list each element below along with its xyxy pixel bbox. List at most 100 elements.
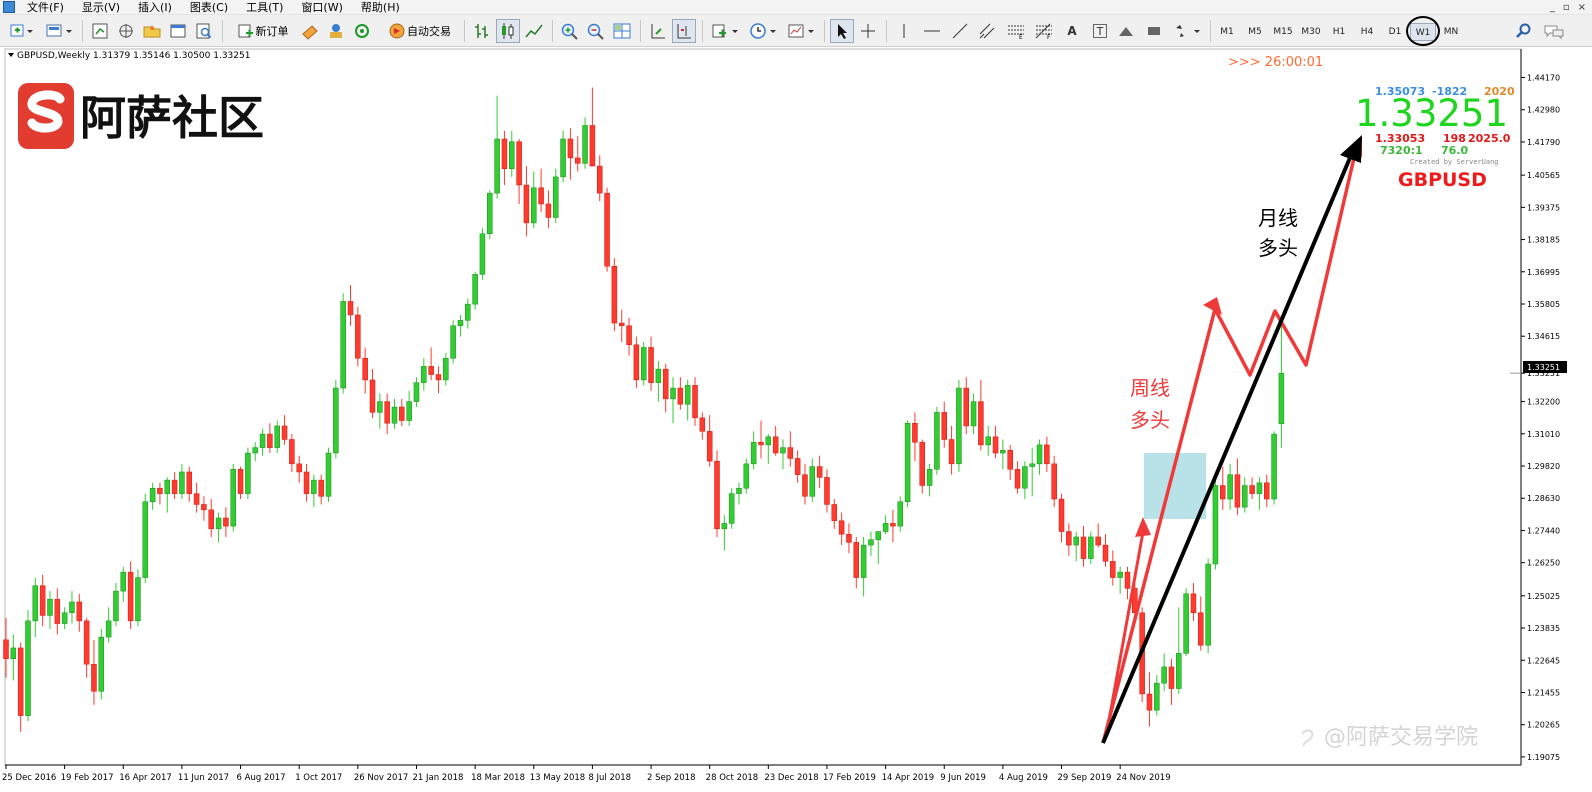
tile-windows-icon[interactable] [610,19,634,43]
new-chart-button[interactable] [6,19,36,43]
text-label-icon[interactable]: T [1093,24,1107,38]
close-button[interactable]: × [1578,2,1586,13]
line-chart-icon[interactable] [522,19,546,43]
trendline-icon[interactable] [948,19,972,43]
candle-body [76,601,83,622]
candle [1183,588,1189,657]
candle-body [98,636,105,692]
equidistant-channel-icon[interactable] [976,19,1000,43]
candle-body [267,433,273,448]
timeframe-m1[interactable]: M1 [1214,23,1240,41]
candle-body [1168,666,1175,689]
menu-charts[interactable]: 图表(C) [184,0,234,15]
price-tick-label: 1.22645 [1527,656,1560,665]
weekly-label-1: 周线 [1130,376,1170,400]
shapes-dropdown-icon[interactable] [1170,19,1204,43]
chat-icon[interactable] [1540,19,1568,43]
timeframe-h1[interactable]: H1 [1326,23,1352,41]
restore-button[interactable]: ▫ [1563,2,1570,13]
cursor-icon[interactable] [830,19,854,43]
price-tick-label: 1.35805 [1527,300,1560,309]
candle-body [384,401,390,424]
candle-body [355,314,361,359]
price-chart[interactable]: GBPUSD,Weekly 1.31379 1.35146 1.30500 1.… [0,47,1592,792]
timeframe-d1[interactable]: D1 [1382,23,1408,41]
arrow-up-icon[interactable] [1114,19,1138,43]
templates-button[interactable] [784,19,818,43]
candle-body [413,382,420,402]
crosshair-icon[interactable] [856,19,880,43]
market-icon[interactable] [324,19,348,43]
candle-body [1183,593,1189,654]
timeframe-m30[interactable]: M30 [1298,23,1324,41]
navigator-icon[interactable] [140,19,164,43]
timeframe-m15[interactable]: M15 [1270,23,1296,41]
candle-body [465,303,471,321]
time-tick-label: 26 Nov 2017 [354,773,408,783]
price-tick-label: 1.41790 [1527,138,1560,147]
candlestick-chart-icon[interactable] [496,19,520,43]
chart-header: GBPUSD,Weekly 1.31379 1.35146 1.30500 1.… [17,51,250,61]
candle-body [347,301,354,316]
chart-window[interactable]: GBPUSD,Weekly 1.31379 1.35146 1.30500 1.… [0,47,1592,792]
candle-body [611,265,618,324]
bottom-watermark: @阿萨交易学院 [1301,725,1478,750]
bar-chart-icon[interactable] [470,19,494,43]
menu-help[interactable]: 帮助(H) [355,0,406,15]
menu-window[interactable]: 窗口(W) [295,0,348,15]
profiles-button[interactable] [42,19,76,43]
price-tick-label: 1.28630 [1527,494,1560,503]
candle-body [787,447,794,459]
terminal-icon[interactable] [166,19,190,43]
price-tick-label: 1.36995 [1527,268,1560,277]
candle-body [1234,474,1241,508]
text-tool-icon[interactable]: A [1060,19,1084,43]
rectangle-icon[interactable] [1142,19,1166,43]
menu-tools[interactable]: 工具(T) [240,0,289,15]
candle-body [1007,450,1013,470]
metaeditor-icon[interactable] [298,19,322,43]
zoom-in-icon[interactable] [558,19,582,43]
timeframe-h4[interactable]: H4 [1354,23,1380,41]
candle-body [83,620,90,665]
timeframe-mn[interactable]: MN [1438,23,1464,41]
candle-body [1044,444,1050,465]
periods-button[interactable] [746,19,780,43]
candle-body [47,598,53,616]
signals-icon[interactable] [350,19,374,43]
strategy-tester-icon[interactable] [192,19,216,43]
new-order-button[interactable]: 新订单 [230,19,294,43]
candle-body [1066,531,1072,546]
time-tick-label: 23 Dec 2018 [764,773,818,783]
candle-body [179,471,185,494]
menu-insert[interactable]: 插入(I) [132,0,178,15]
vertical-line-icon[interactable] [892,19,916,43]
autoscroll-icon[interactable] [646,19,670,43]
candle-body [618,322,625,327]
menu-file[interactable]: 文件(F) [21,0,70,15]
menu-view[interactable]: 显示(V) [76,0,126,15]
market-watch-icon[interactable] [88,19,112,43]
minimize-button[interactable]: _ [1550,2,1555,13]
time-tick-label: 8 Jul 2018 [588,773,631,783]
candle-body [237,469,244,494]
candle [904,420,911,508]
std-deviation-channel-icon[interactable]: E [1004,19,1028,43]
indicators-button[interactable] [708,19,742,43]
candle-body [494,138,500,194]
horizontal-line-icon[interactable] [920,19,944,43]
auto-trading-button[interactable]: 自动交易 [380,19,458,43]
candle-body [1154,682,1160,711]
candle-body [149,487,156,503]
fibonacci-icon[interactable]: F [1032,19,1056,43]
data-window-icon[interactable] [114,19,138,43]
chart-shift-icon[interactable] [672,19,696,43]
zoom-out-icon[interactable] [584,19,608,43]
search-icon[interactable] [1512,19,1536,43]
candle-body [289,439,295,465]
candle-body [399,406,405,421]
candle-body [1029,463,1035,467]
timeframe-m5[interactable]: M5 [1242,23,1268,41]
candle-body [604,192,610,267]
candle [450,320,456,364]
